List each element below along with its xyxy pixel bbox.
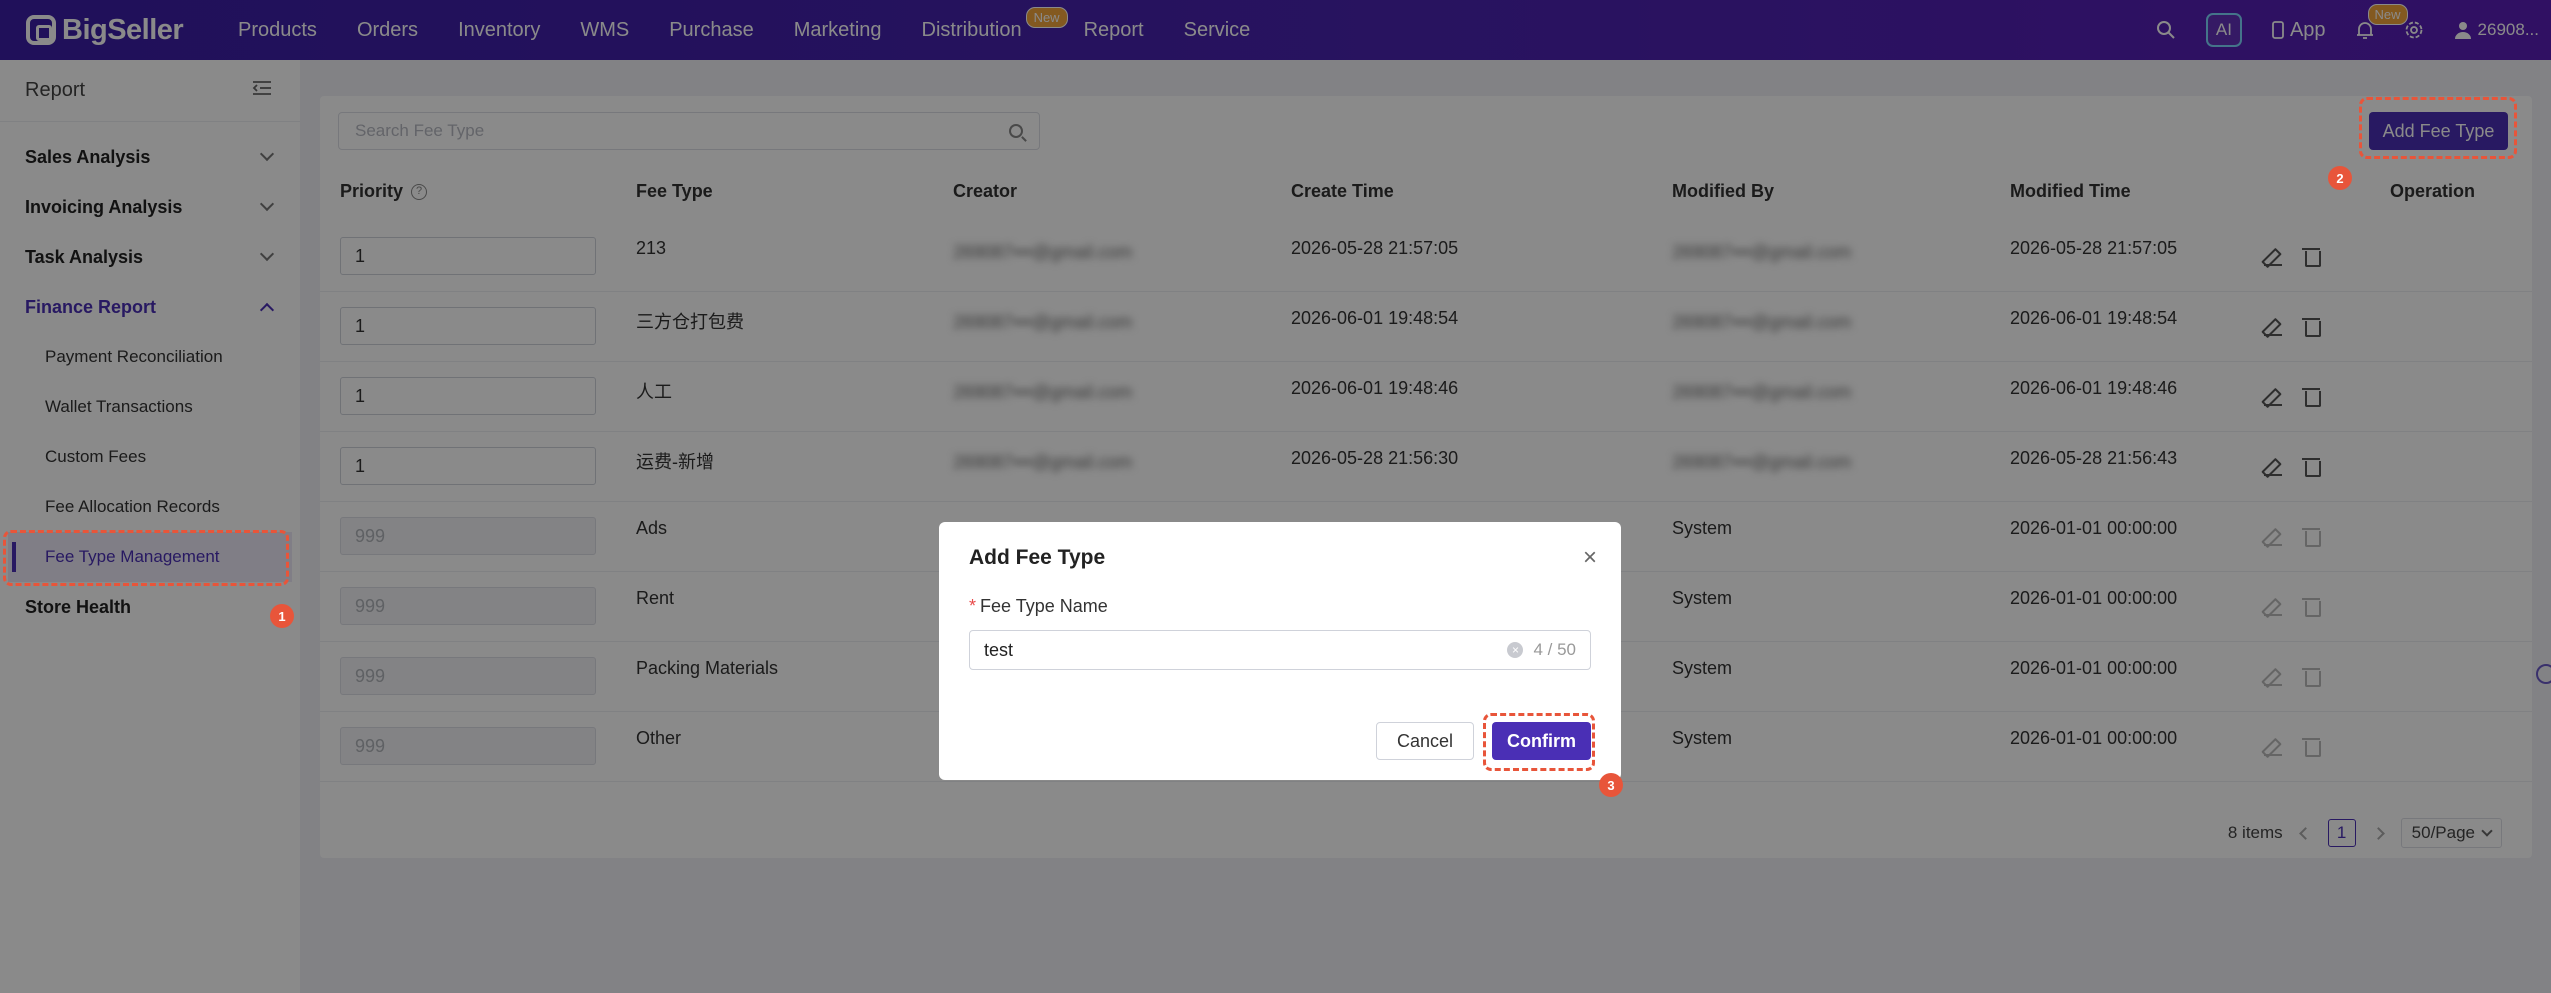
cancel-button[interactable]: Cancel xyxy=(1376,722,1474,760)
highlight-fee-type-management xyxy=(3,530,289,586)
required-mark: * xyxy=(969,596,977,616)
dialog-title: Add Fee Type xyxy=(969,546,1106,569)
step-marker-3: 3 xyxy=(1599,773,1623,797)
step-marker-2: 2 xyxy=(2328,166,2352,190)
fee-type-name-input[interactable]: test × 4 / 50 xyxy=(969,630,1591,670)
modal-overlay[interactable] xyxy=(0,0,2551,993)
step-marker-1: 1 xyxy=(270,604,294,628)
char-counter: 4 / 50 xyxy=(1533,640,1576,659)
close-icon[interactable]: × xyxy=(1583,544,1597,572)
input-suffix: × 4 / 50 xyxy=(1507,640,1576,660)
fee-type-name-value: test xyxy=(984,639,1014,660)
fee-type-name-label: * Fee Type Name xyxy=(969,596,1108,617)
field-label-text: Fee Type Name xyxy=(980,596,1108,616)
highlight-add-fee-type xyxy=(2359,97,2517,159)
highlight-confirm xyxy=(1483,713,1595,771)
clear-input-icon[interactable]: × xyxy=(1507,642,1524,658)
